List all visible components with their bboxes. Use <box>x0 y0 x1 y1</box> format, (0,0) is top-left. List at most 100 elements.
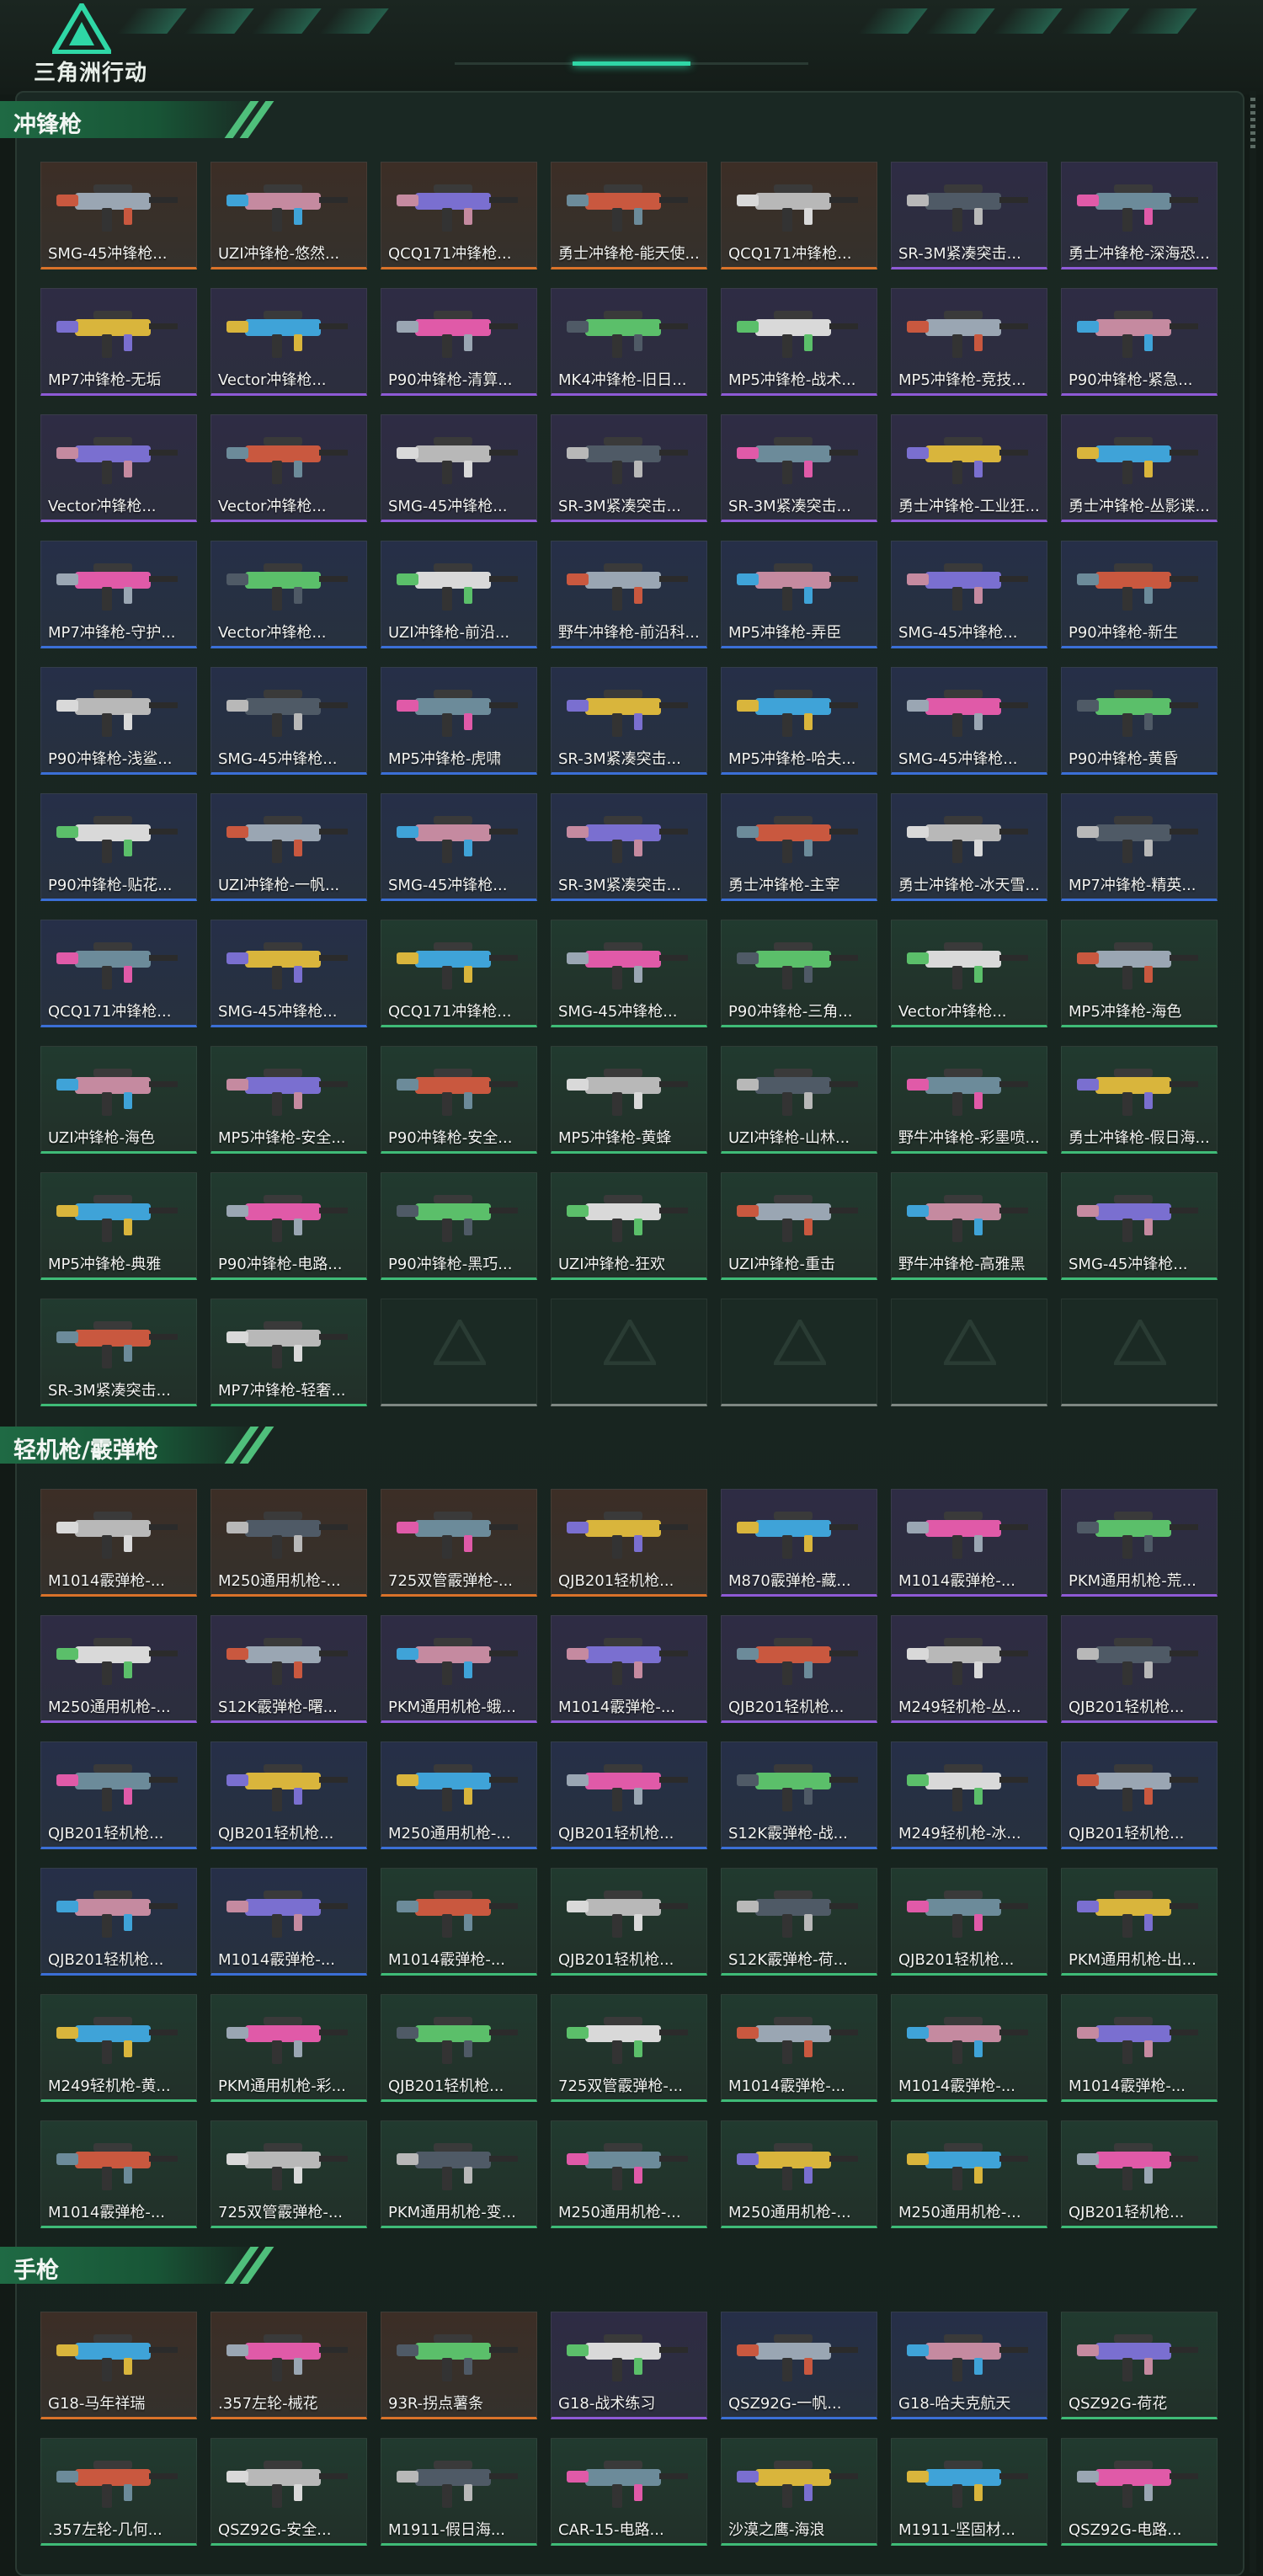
weapon-card[interactable]: 勇士冲锋枪-工业狂... <box>891 414 1047 522</box>
weapon-card[interactable]: UZI冲锋枪-一帆... <box>210 793 367 901</box>
weapon-card[interactable]: P90冲锋枪-安全... <box>381 1046 537 1154</box>
weapon-card[interactable]: Vector冲锋枪... <box>40 414 197 522</box>
weapon-card[interactable]: 勇士冲锋枪-冰天雪... <box>891 793 1047 901</box>
weapon-card[interactable]: P90冲锋枪-新生 <box>1061 541 1218 648</box>
weapon-card[interactable]: QJB201轻机枪... <box>1061 2120 1218 2228</box>
weapon-card[interactable]: .357左轮-几何... <box>40 2438 197 2546</box>
weapon-card[interactable]: QJB201轻机枪... <box>1061 1741 1218 1849</box>
weapon-card[interactable]: QJB201轻机枪... <box>721 1615 877 1723</box>
weapon-card[interactable]: M870霰弹枪-藏... <box>721 1489 877 1597</box>
weapon-card[interactable]: MP5冲锋枪-安全... <box>210 1046 367 1154</box>
weapon-card[interactable]: PKM通用机枪-变... <box>381 2120 537 2228</box>
weapon-card[interactable]: MK4冲锋枪-旧日... <box>551 288 707 396</box>
weapon-card[interactable]: QSZ92G-电路... <box>1061 2438 1218 2546</box>
weapon-card[interactable]: Vector冲锋枪... <box>210 541 367 648</box>
weapon-card[interactable]: QJB201轻机枪... <box>40 1741 197 1849</box>
weapon-card[interactable]: 725双管霰弹枪-... <box>210 2120 367 2228</box>
weapon-card[interactable]: MP5冲锋枪-弄臣 <box>721 541 877 648</box>
weapon-card[interactable]: SR-3M紧凑突击... <box>551 793 707 901</box>
weapon-card[interactable]: M1014霰弹枪-... <box>891 1994 1047 2102</box>
weapon-card[interactable]: M250通用机枪-... <box>551 2120 707 2228</box>
weapon-card[interactable]: MP7冲锋枪-轻奢... <box>210 1299 367 1406</box>
weapon-card[interactable]: 野牛冲锋枪-高雅黑 <box>891 1172 1047 1280</box>
weapon-card[interactable]: UZI冲锋枪-狂欢 <box>551 1172 707 1280</box>
weapon-card[interactable]: G18-哈夫克航天 <box>891 2312 1047 2419</box>
weapon-card[interactable]: CAR-15-电路... <box>551 2438 707 2546</box>
weapon-card[interactable]: MP5冲锋枪-竞技... <box>891 288 1047 396</box>
weapon-card[interactable]: SR-3M紧凑突击... <box>891 162 1047 269</box>
weapon-card[interactable]: MP7冲锋枪-精英... <box>1061 793 1218 901</box>
weapon-card[interactable]: 勇士冲锋枪-能天使... <box>551 162 707 269</box>
weapon-card[interactable]: MP5冲锋枪-海色 <box>1061 920 1218 1027</box>
scrollbar[interactable] <box>1250 91 1256 2573</box>
weapon-card[interactable]: M1014霰弹枪-... <box>551 1615 707 1723</box>
weapon-card[interactable]: QJB201轻机枪... <box>891 1868 1047 1976</box>
weapon-card[interactable]: G18-战术练习 <box>551 2312 707 2419</box>
weapon-card[interactable]: P90冲锋枪-浅鲨... <box>40 667 197 775</box>
weapon-card[interactable]: M250通用机枪-... <box>721 2120 877 2228</box>
weapon-card[interactable]: S12K霰弹枪-战... <box>721 1741 877 1849</box>
weapon-card[interactable]: Vector冲锋枪... <box>210 414 367 522</box>
weapon-card[interactable]: M1014霰弹枪-... <box>40 2120 197 2228</box>
weapon-card[interactable]: UZI冲锋枪-重击 <box>721 1172 877 1280</box>
weapon-card[interactable]: M1014霰弹枪-... <box>381 1868 537 1976</box>
weapon-card[interactable]: M250通用机枪-... <box>210 1489 367 1597</box>
weapon-card[interactable]: Vector冲锋枪... <box>210 288 367 396</box>
weapon-card[interactable]: M1911-坚固材... <box>891 2438 1047 2546</box>
weapon-card[interactable]: 野牛冲锋枪-彩墨喷... <box>891 1046 1047 1154</box>
weapon-card[interactable]: SMG-45冲锋枪... <box>1061 1172 1218 1280</box>
weapon-card[interactable]: MP5冲锋枪-典雅 <box>40 1172 197 1280</box>
weapon-card[interactable]: P90冲锋枪-黑巧... <box>381 1172 537 1280</box>
weapon-card[interactable]: QJB201轻机枪... <box>551 1489 707 1597</box>
weapon-card[interactable]: SMG-45冲锋枪... <box>40 162 197 269</box>
weapon-card[interactable]: M1911-假日海... <box>381 2438 537 2546</box>
weapon-card[interactable]: S12K霰弹枪-曙... <box>210 1615 367 1723</box>
weapon-card[interactable]: SMG-45冲锋枪... <box>381 793 537 901</box>
weapon-card[interactable]: QSZ92G-一帆... <box>721 2312 877 2419</box>
weapon-card[interactable]: MP5冲锋枪-黄蜂 <box>551 1046 707 1154</box>
weapon-card[interactable]: P90冲锋枪-紧急... <box>1061 288 1218 396</box>
weapon-card[interactable]: UZI冲锋枪-前沿... <box>381 541 537 648</box>
weapon-card[interactable]: P90冲锋枪-黄昏 <box>1061 667 1218 775</box>
weapon-card[interactable]: SMG-45冲锋枪... <box>381 414 537 522</box>
weapon-card[interactable]: QJB201轻机枪... <box>40 1868 197 1976</box>
weapon-card[interactable]: PKM通用机枪-荒... <box>1061 1489 1218 1597</box>
weapon-card[interactable]: MP5冲锋枪-虎啸 <box>381 667 537 775</box>
weapon-card[interactable]: M1014霰弹枪-... <box>40 1489 197 1597</box>
weapon-card[interactable]: 沙漠之鹰-海浪 <box>721 2438 877 2546</box>
weapon-card[interactable]: 725双管霰弹枪-... <box>381 1489 537 1597</box>
scrollbar-grip[interactable] <box>1250 98 1255 152</box>
weapon-card[interactable]: 野牛冲锋枪-前沿科... <box>551 541 707 648</box>
weapon-card[interactable]: QJB201轻机枪... <box>551 1741 707 1849</box>
weapon-card[interactable]: SMG-45冲锋枪... <box>891 541 1047 648</box>
weapon-card[interactable]: QCQ171冲锋枪... <box>381 162 537 269</box>
weapon-card[interactable]: QJB201轻机枪... <box>210 1741 367 1849</box>
weapon-card[interactable]: 勇士冲锋枪-主宰 <box>721 793 877 901</box>
weapon-card[interactable]: M250通用机枪-... <box>891 2120 1047 2228</box>
weapon-card[interactable]: UZI冲锋枪-悠然... <box>210 162 367 269</box>
weapon-card[interactable]: QJB201轻机枪... <box>1061 1615 1218 1723</box>
weapon-card[interactable]: SR-3M紧凑突击... <box>721 414 877 522</box>
weapon-card[interactable]: M1014霰弹枪-... <box>721 1994 877 2102</box>
weapon-card[interactable]: QSZ92G-安全... <box>210 2438 367 2546</box>
weapon-card[interactable]: SMG-45冲锋枪... <box>891 667 1047 775</box>
weapon-card[interactable]: PKM通用机枪-出... <box>1061 1868 1218 1976</box>
weapon-card[interactable]: S12K霰弹枪-荷... <box>721 1868 877 1976</box>
weapon-card[interactable]: M1014霰弹枪-... <box>210 1868 367 1976</box>
weapon-card[interactable]: M250通用机枪-... <box>381 1741 537 1849</box>
weapon-card[interactable]: G18-马年祥瑞 <box>40 2312 197 2419</box>
weapon-card[interactable]: UZI冲锋枪-山林... <box>721 1046 877 1154</box>
weapon-card[interactable]: P90冲锋枪-电路... <box>210 1172 367 1280</box>
weapon-card[interactable]: SMG-45冲锋枪... <box>210 667 367 775</box>
weapon-card[interactable]: UZI冲锋枪-海色 <box>40 1046 197 1154</box>
weapon-card[interactable]: SMG-45冲锋枪... <box>551 920 707 1027</box>
weapon-card[interactable]: PKM通用机枪-蛾... <box>381 1615 537 1723</box>
weapon-card[interactable]: .357左轮-械花 <box>210 2312 367 2419</box>
weapon-card[interactable]: 勇士冲锋枪-假日海... <box>1061 1046 1218 1154</box>
weapon-card[interactable]: SR-3M紧凑突击... <box>551 667 707 775</box>
weapon-card[interactable]: SR-3M紧凑突击... <box>40 1299 197 1406</box>
weapon-card[interactable]: QCQ171冲锋枪... <box>721 162 877 269</box>
weapon-card[interactable]: Vector冲锋枪... <box>891 920 1047 1027</box>
weapon-card[interactable]: P90冲锋枪-贴花... <box>40 793 197 901</box>
weapon-card[interactable]: MP5冲锋枪-哈夫... <box>721 667 877 775</box>
